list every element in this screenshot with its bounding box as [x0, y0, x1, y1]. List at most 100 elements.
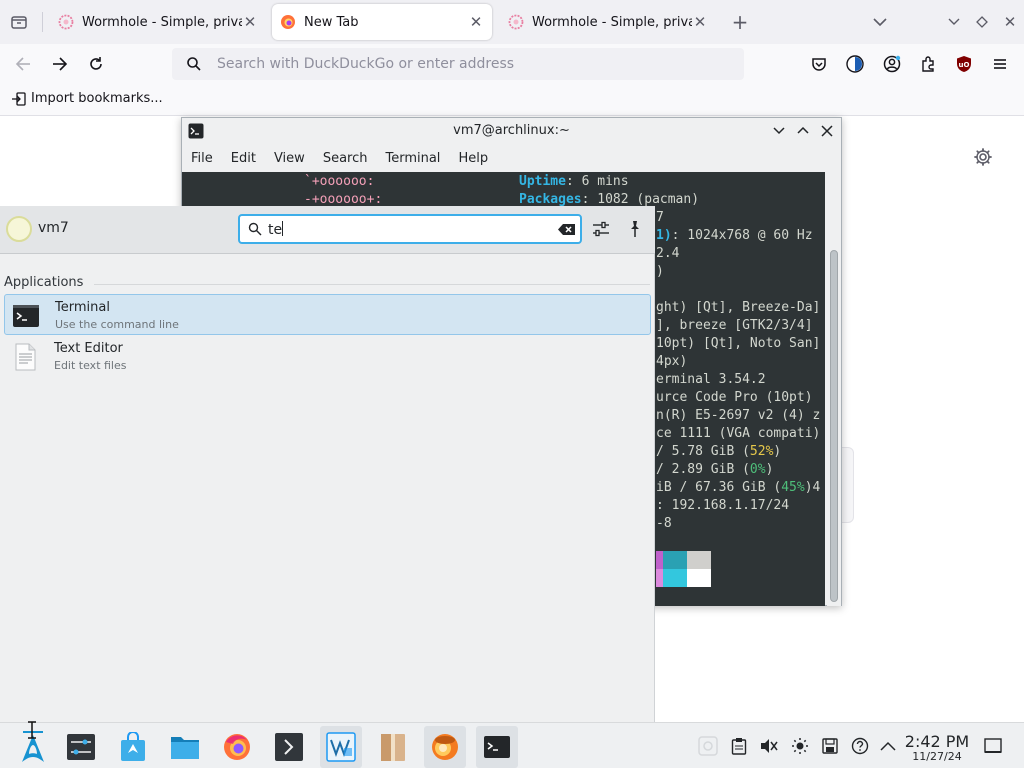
- tab-wormhole-2[interactable]: Wormhole - Simple, privat ✕: [500, 4, 716, 40]
- maximize-icon[interactable]: [797, 125, 809, 135]
- browser-nav-bar: Search with DuckDuckGo or enter address …: [0, 44, 1024, 84]
- section-divider: [94, 284, 650, 285]
- menu-icon[interactable]: [989, 54, 1011, 74]
- app-name: Text Editor: [54, 341, 123, 356]
- memory-line: / 5.78 GiB (52%): [656, 444, 782, 459]
- browser-2-button[interactable]: [424, 726, 466, 768]
- firefox-button[interactable]: [216, 726, 258, 768]
- maximize-icon[interactable]: [972, 12, 992, 32]
- tray-expand[interactable]: [877, 735, 899, 757]
- terminal-menubar: File Edit View Search Terminal Help: [182, 148, 497, 170]
- clipboard-icon: [731, 738, 747, 755]
- close-icon[interactable]: ✕: [1000, 12, 1020, 32]
- file-manager-button[interactable]: [164, 726, 206, 768]
- dark-reader-icon[interactable]: [844, 54, 866, 74]
- new-tab-icon[interactable]: +: [728, 10, 752, 34]
- konsole-button[interactable]: [268, 726, 310, 768]
- avatar[interactable]: [6, 216, 32, 242]
- disk-tray[interactable]: [819, 735, 841, 757]
- extensions-icon[interactable]: [917, 54, 939, 74]
- app-name: Terminal: [55, 300, 110, 315]
- section-heading: Applications: [4, 275, 84, 290]
- text-editor-icon: [15, 343, 36, 371]
- archive-button[interactable]: [372, 726, 414, 768]
- menu-view[interactable]: View: [265, 148, 314, 170]
- menu-file[interactable]: File: [182, 148, 222, 170]
- forward-icon[interactable]: [49, 54, 71, 74]
- screen-capture-tray[interactable]: [697, 735, 719, 757]
- pocket-icon[interactable]: [808, 54, 830, 74]
- locale-line: -8: [656, 516, 672, 531]
- swap-line: / 2.89 GiB (0%): [656, 462, 774, 477]
- terminal-task-button[interactable]: [476, 726, 518, 768]
- list-all-tabs-icon[interactable]: [868, 12, 892, 32]
- ascii-art-line: `+oooooo:: [304, 174, 375, 189]
- terminal-titlebar[interactable]: vm7@archlinux:~: [182, 118, 841, 144]
- tab-wormhole-1[interactable]: Wormhole - Simple, privat ✕: [50, 4, 266, 40]
- pin-icon[interactable]: [627, 220, 643, 238]
- app-item-text-editor[interactable]: Text Editor Edit text files: [4, 336, 651, 377]
- menu-help[interactable]: Help: [449, 148, 497, 170]
- search-icon: [187, 57, 201, 71]
- search-value: te: [268, 221, 284, 238]
- info-line: 4px): [656, 354, 688, 369]
- filter-icon[interactable]: [592, 221, 610, 237]
- system-settings-icon: [67, 734, 95, 760]
- menu-edit[interactable]: Edit: [222, 148, 265, 170]
- disk-icon: [822, 738, 838, 754]
- wormhole-favicon: [58, 14, 74, 30]
- mute-icon: [761, 739, 778, 753]
- volume-tray[interactable]: [758, 735, 780, 757]
- clock-time[interactable]: 2:42 PM: [900, 732, 974, 751]
- help-tray[interactable]: [849, 735, 871, 757]
- vmware-button[interactable]: [320, 726, 362, 768]
- terminal-task-icon: [484, 736, 510, 758]
- clipboard-tray[interactable]: [728, 735, 750, 757]
- close-icon[interactable]: ✕: [692, 13, 708, 31]
- archive-icon: [381, 734, 405, 761]
- close-icon[interactable]: ✕: [468, 13, 484, 31]
- search-icon: [248, 222, 262, 236]
- launcher-header: vm7 te: [0, 206, 655, 254]
- search-input[interactable]: te: [238, 214, 582, 244]
- svg-text:uO: uO: [959, 61, 970, 69]
- menu-search[interactable]: Search: [314, 148, 377, 170]
- close-icon[interactable]: ✕: [242, 13, 258, 31]
- info-line: 2.4: [656, 246, 680, 261]
- minimize-icon[interactable]: [773, 126, 785, 136]
- show-desktop-button[interactable]: [982, 735, 1004, 757]
- tab-list-icon[interactable]: [8, 12, 30, 32]
- account-icon[interactable]: [881, 54, 903, 74]
- brightness-tray[interactable]: [789, 735, 811, 757]
- reload-icon[interactable]: [85, 54, 107, 74]
- notification-icon: [698, 736, 718, 756]
- clear-icon[interactable]: [558, 223, 576, 236]
- ublock-icon[interactable]: uO: [953, 54, 975, 74]
- tab-title: Wormhole - Simple, privat: [532, 14, 692, 30]
- app-item-terminal[interactable]: Terminal Use the command line: [4, 294, 651, 335]
- close-icon[interactable]: [821, 125, 833, 137]
- terminal-title: vm7@archlinux:~: [453, 123, 570, 138]
- discover-button[interactable]: [112, 726, 154, 768]
- gear-icon[interactable]: [972, 146, 994, 168]
- info-line: 7: [656, 210, 664, 225]
- tab-new-tab[interactable]: New Tab ✕: [272, 4, 492, 40]
- clock-date[interactable]: 11/27/24: [900, 750, 974, 763]
- tab-title: New Tab: [304, 14, 359, 30]
- terminal-scrollbar[interactable]: [827, 172, 841, 606]
- import-bookmarks-label: Import bookmarks...: [31, 91, 163, 106]
- import-bookmarks-button[interactable]: Import bookmarks...: [12, 91, 163, 106]
- menu-terminal[interactable]: Terminal: [376, 148, 449, 170]
- system-settings-button[interactable]: [60, 726, 102, 768]
- scrollbar-thumb[interactable]: [830, 250, 838, 602]
- color-palette: [656, 551, 711, 587]
- info-line: urce Code Pro (10pt): [656, 390, 813, 405]
- info-line: ): [656, 264, 664, 279]
- address-bar[interactable]: Search with DuckDuckGo or enter address: [172, 48, 744, 80]
- info-line: ], breeze [GTK2/3/4]: [656, 318, 813, 333]
- back-icon[interactable]: [12, 54, 34, 74]
- tray-expand-icon: [880, 741, 896, 751]
- firefox-icon: [224, 734, 250, 760]
- terminal-icon: [13, 305, 39, 327]
- minimize-icon[interactable]: [944, 12, 964, 32]
